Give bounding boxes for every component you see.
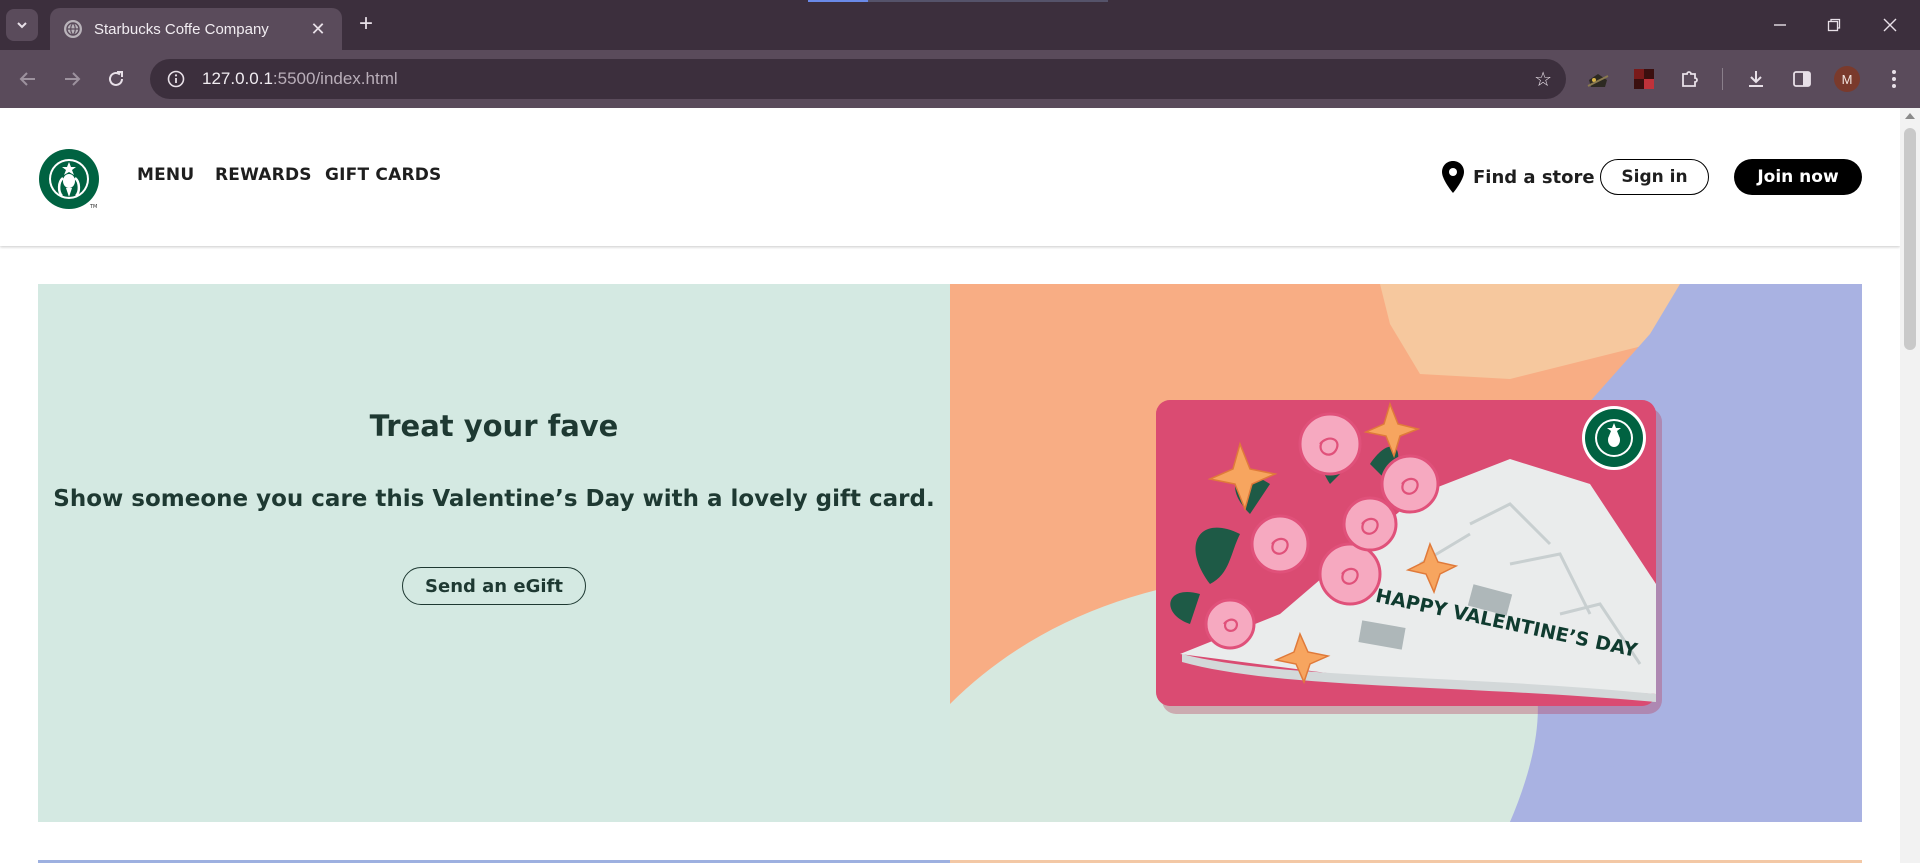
hero-title: Treat your fave bbox=[369, 409, 619, 443]
close-icon bbox=[1883, 18, 1897, 32]
nav-menu[interactable]: MENU bbox=[137, 165, 194, 185]
find-store-label: Find a store bbox=[1473, 166, 1595, 188]
new-tab-button[interactable]: + bbox=[352, 11, 380, 39]
arrow-left-icon bbox=[19, 72, 35, 86]
nav-gift-cards[interactable]: GIFT CARDS bbox=[325, 165, 441, 185]
browser-tab-bar: Starbucks Coffe Company ✕ + bbox=[0, 0, 1920, 50]
reload-button[interactable] bbox=[100, 63, 132, 95]
tab-search-button[interactable] bbox=[6, 9, 38, 41]
find-store-link[interactable]: Find a store bbox=[1441, 160, 1595, 194]
close-window-button[interactable] bbox=[1862, 0, 1918, 50]
scroll-up-arrow-icon[interactable] bbox=[1905, 113, 1915, 119]
scrollbar-thumb[interactable] bbox=[1904, 128, 1916, 350]
url-path: :5500/index.html bbox=[272, 69, 398, 88]
valentine-gift-card-illustration: HAPPY VALENTINE’S DAY bbox=[950, 284, 1862, 822]
bookmark-star-icon[interactable]: ☆ bbox=[1534, 67, 1552, 92]
download-icon[interactable] bbox=[1742, 65, 1770, 93]
url-host: 127.0.0.1 bbox=[202, 69, 273, 88]
tab-close-icon[interactable]: ✕ bbox=[308, 19, 328, 40]
arrow-right-icon bbox=[65, 72, 81, 86]
minimize-button[interactable] bbox=[1752, 0, 1808, 50]
minimize-icon bbox=[1774, 24, 1786, 26]
loading-indicator bbox=[808, 0, 1108, 2]
restore-icon bbox=[1827, 18, 1841, 32]
side-panel-icon[interactable] bbox=[1788, 65, 1816, 93]
forward-button[interactable] bbox=[56, 63, 88, 95]
browser-tab[interactable]: Starbucks Coffe Company ✕ bbox=[50, 8, 342, 50]
card-logo bbox=[1582, 406, 1646, 470]
hero-image-panel: HAPPY VALENTINE’S DAY bbox=[950, 284, 1862, 822]
tab-title: Starbucks Coffe Company bbox=[94, 20, 269, 38]
chevron-down-icon bbox=[17, 22, 27, 29]
browser-menu-icon[interactable] bbox=[1880, 65, 1908, 93]
globe-icon bbox=[64, 20, 82, 38]
site-header: TM MENU REWARDS GIFT CARDS Find a store … bbox=[0, 108, 1900, 246]
site-info-icon[interactable] bbox=[156, 59, 196, 99]
hero-banner: Treat your fave Show someone you care th… bbox=[38, 284, 1862, 822]
browser-toolbar: 127.0.0.1:5500/index.html ☆ bbox=[0, 50, 1920, 108]
hero-text-panel: Treat your fave Show someone you care th… bbox=[38, 284, 950, 822]
extension-icon-1[interactable] bbox=[1584, 65, 1612, 93]
starbucks-logo[interactable]: TM bbox=[38, 148, 100, 210]
toolbar-separator bbox=[1722, 68, 1723, 90]
web-page: TM MENU REWARDS GIFT CARDS Find a store … bbox=[0, 108, 1900, 863]
url-text: 127.0.0.1:5500/index.html bbox=[202, 69, 398, 89]
svg-text:TM: TM bbox=[89, 204, 97, 210]
sign-in-button[interactable]: Sign in bbox=[1600, 159, 1709, 195]
extensions-puzzle-icon[interactable] bbox=[1676, 65, 1704, 93]
address-bar[interactable]: 127.0.0.1:5500/index.html ☆ bbox=[150, 59, 1566, 99]
reload-icon bbox=[109, 71, 123, 86]
extension-icon-2[interactable] bbox=[1630, 65, 1658, 93]
back-button[interactable] bbox=[12, 63, 44, 95]
page-scrollbar[interactable] bbox=[1900, 108, 1920, 863]
nav-rewards[interactable]: REWARDS bbox=[215, 165, 312, 185]
hero-description: Show someone you care this Valentine’s D… bbox=[53, 486, 935, 512]
profile-avatar[interactable]: M bbox=[1834, 66, 1860, 92]
join-now-button[interactable]: Join now bbox=[1734, 159, 1862, 195]
send-egift-button[interactable]: Send an eGift bbox=[402, 567, 586, 605]
restore-button[interactable] bbox=[1806, 0, 1862, 50]
location-pin-icon bbox=[1442, 161, 1464, 193]
